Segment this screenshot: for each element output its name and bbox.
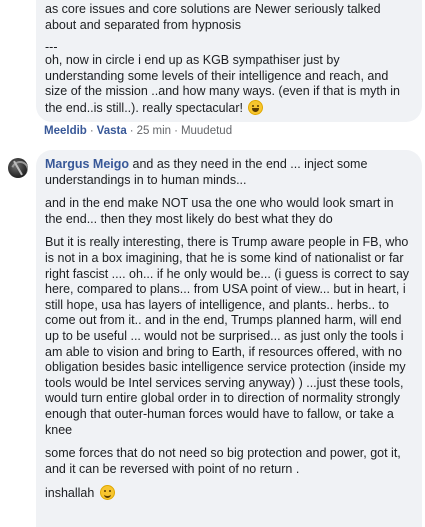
comment-text-segment: oh, now in circle i end up as KGB sympat… xyxy=(45,53,401,115)
comment-text: --- xyxy=(45,40,58,55)
comment-bubble: Margus Meigo and as they need in the end… xyxy=(36,150,422,527)
smiling-emoji-icon xyxy=(99,485,115,501)
comment-first-paragraph: Margus Meigo and as they need in the end… xyxy=(45,157,412,188)
comment-paragraph: But it is really interesting, there is T… xyxy=(45,235,410,437)
comment-text: oh, now in circle i end up as KGB sympat… xyxy=(45,53,412,116)
closing-text: inshallah xyxy=(45,486,95,501)
comment-actions: Meeldib · Vasta · 25 min · Muudetud xyxy=(44,124,232,140)
reply-button[interactable]: Vasta xyxy=(97,125,127,137)
avatar[interactable] xyxy=(8,158,28,178)
comment-closing: inshallah xyxy=(45,485,412,502)
like-button[interactable]: Meeldib xyxy=(44,125,87,137)
separator: · xyxy=(89,125,94,137)
edited-label[interactable]: Muudetud xyxy=(181,125,232,137)
author-name[interactable]: Margus Meigo xyxy=(45,157,129,171)
comment-paragraph: and in the end make NOT usa the one who … xyxy=(45,196,394,226)
separator: · xyxy=(174,125,178,137)
comment-timestamp[interactable]: 25 min xyxy=(137,125,172,137)
comment-bubble: as core issues and core solutions are Ne… xyxy=(36,0,422,122)
comment-paragraph: some forces that do not need so big prot… xyxy=(45,446,401,476)
comment-text: as core issues and core solutions are Ne… xyxy=(45,2,381,32)
separator: · xyxy=(129,125,134,137)
laughing-emoji-icon xyxy=(248,99,264,115)
